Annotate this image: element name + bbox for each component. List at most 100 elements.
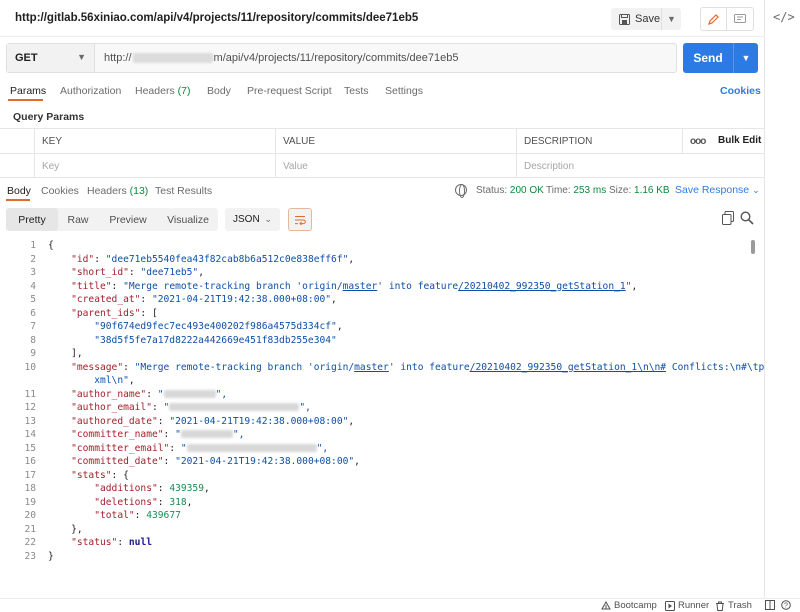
value-input[interactable]: Value xyxy=(275,154,516,178)
description-input[interactable]: Description xyxy=(516,154,765,178)
json-key: "author_name" xyxy=(71,388,147,400)
redacted-value: " ", xyxy=(163,402,311,413)
cookies-link[interactable]: Cookies xyxy=(720,85,761,97)
view-mode-group: Pretty Raw Preview Visualize xyxy=(6,208,218,231)
json-value-part: /20210402_992350_getStation_1\n\n# xyxy=(469,361,667,373)
tab-settings[interactable]: Settings xyxy=(385,85,423,97)
redacted-value: " ", xyxy=(157,388,228,400)
key-input[interactable]: Key xyxy=(34,154,275,178)
tab-label: Params xyxy=(10,85,47,97)
tab-pre-request-script[interactable]: Pre-request Script xyxy=(247,85,332,97)
save-response-button[interactable]: Save Response ⌄ xyxy=(675,184,760,196)
response-tab-body[interactable]: Body xyxy=(7,185,31,197)
json-value-part: "Merge remote-tracking branch 'origin/ xyxy=(123,280,343,292)
comments-button[interactable] xyxy=(727,8,753,30)
response-tab-headers[interactable]: Headers (13) xyxy=(87,185,148,197)
line-number: 5 xyxy=(30,294,36,305)
layout-icon xyxy=(765,600,775,610)
url-input[interactable]: http:// m/api/v4/projects/11/repository/… xyxy=(95,44,676,72)
url-prefix: http:// xyxy=(104,52,132,64)
json-value: "dee71eb5" xyxy=(140,267,199,278)
response-body[interactable]: 1 2 3 4 5 6 7 8 9 10 11 12 13 14 15 16 17 18 19 20 21 22 23 { … xyxy=(0,240,781,570)
size-label: Size: xyxy=(609,185,632,196)
code-line: }, xyxy=(48,523,83,535)
json-key: "title" xyxy=(71,280,112,292)
line-number: 22 xyxy=(24,537,36,548)
code-line: xml\n", xyxy=(94,375,135,386)
save-button[interactable]: Save xyxy=(611,8,667,30)
code-line: "author_name": " ", xyxy=(71,388,228,400)
more-options-icon[interactable]: ooo xyxy=(690,136,706,147)
time-value: 253 ms xyxy=(573,185,607,196)
line-number: 8 xyxy=(30,334,36,346)
response-tab-cookies[interactable]: Cookies xyxy=(41,185,79,197)
layout-toggle[interactable] xyxy=(765,600,775,610)
wrap-lines-button[interactable] xyxy=(288,208,312,231)
json-key: "stats" xyxy=(71,469,112,481)
bulk-edit-button[interactable]: Bulk Edit xyxy=(718,135,761,146)
tab-count: (13) xyxy=(129,185,149,197)
tab-params[interactable]: Params xyxy=(10,85,46,97)
chevron-down-icon[interactable]: ▼ xyxy=(734,53,758,63)
tab-label: Pre-request Script xyxy=(247,85,332,97)
save-icon xyxy=(619,13,630,25)
method-value: GET xyxy=(15,52,38,64)
code-snippet-icon[interactable]: </> xyxy=(773,10,795,28)
view-pretty-button[interactable]: Pretty xyxy=(6,208,58,231)
line-number: 20 xyxy=(24,510,36,521)
tab-authorization[interactable]: Authorization xyxy=(60,85,121,97)
view-visualize-button[interactable]: Visualize xyxy=(158,208,218,231)
runner-button[interactable]: Runner xyxy=(665,600,709,611)
tab-tests[interactable]: Tests xyxy=(344,85,369,97)
status-readout: Status: 200 OK xyxy=(476,185,544,196)
edit-button[interactable] xyxy=(701,8,727,30)
bootcamp-button[interactable]: Bootcamp xyxy=(601,600,657,611)
tab-count: (7) xyxy=(177,85,191,97)
view-raw-button[interactable]: Raw xyxy=(58,208,98,231)
tab-label: Tests xyxy=(344,85,369,97)
code-line: "stats": { xyxy=(71,469,129,481)
view-preview-button[interactable]: Preview xyxy=(98,208,158,231)
json-key: "parent_ids" xyxy=(71,307,141,319)
tab-headers[interactable]: Headers (7) xyxy=(135,85,190,97)
tab-body[interactable]: Body xyxy=(207,85,231,97)
response-tab-test-results[interactable]: Test Results xyxy=(155,185,212,197)
send-button[interactable]: Send ▼ xyxy=(683,43,758,73)
comment-icon xyxy=(734,13,746,23)
trash-button[interactable]: Trash xyxy=(715,600,752,611)
edit-mode-toggle xyxy=(700,7,754,31)
save-options-button[interactable]: ▼ xyxy=(661,8,681,30)
method-select[interactable]: GET ▼ xyxy=(7,44,95,72)
line-number: 17 xyxy=(24,469,36,481)
json-value: "2021-04-21T19:42:38.000+08:00" xyxy=(151,294,332,305)
copy-icon[interactable] xyxy=(722,211,734,225)
json-value-part: " xyxy=(625,280,632,292)
bootcamp-label: Bootcamp xyxy=(614,600,657,611)
globe-icon[interactable] xyxy=(455,184,467,198)
code-line: "id": "dee71eb5540fea43f82cab8b6a512c0e8… xyxy=(71,253,355,265)
json-key: "status" xyxy=(71,537,118,548)
code-line: "message": "Merge remote-tracking branch… xyxy=(71,361,782,373)
url-bar: GET ▼ http:// m/api/v4/projects/11/repos… xyxy=(6,43,677,73)
help-icon-glyph: ? xyxy=(781,600,791,610)
json-key: "committer_email" xyxy=(71,442,170,454)
code-line: "short_id": "dee71eb5", xyxy=(71,267,204,278)
search-icon[interactable] xyxy=(740,211,754,225)
code-line: "committer_name": " ", xyxy=(71,429,245,440)
query-params-title: Query Params xyxy=(13,111,85,123)
json-key: "additions" xyxy=(94,483,158,494)
help-icon[interactable]: ? xyxy=(781,600,791,610)
code-line: "created_at": "2021-04-21T19:42:38.000+0… xyxy=(71,294,337,305)
request-title[interactable]: http://gitlab.56xiniao.com/api/v4/projec… xyxy=(15,12,418,24)
line-number: 2 xyxy=(30,253,36,265)
json-value: 318 xyxy=(169,496,187,508)
line-number: 13 xyxy=(24,415,36,427)
vertical-scrollbar[interactable] xyxy=(751,240,755,254)
line-number: 11 xyxy=(24,388,36,400)
tab-label: Headers xyxy=(135,85,175,97)
code-line: "committed_date": "2021-04-21T19:42:38.0… xyxy=(71,456,360,467)
status-bar: Bootcamp Runner Trash ? xyxy=(0,598,800,612)
line-number: 12 xyxy=(24,402,36,413)
format-select[interactable]: JSON ⌄ xyxy=(225,208,280,231)
code-line: ], xyxy=(48,348,83,359)
